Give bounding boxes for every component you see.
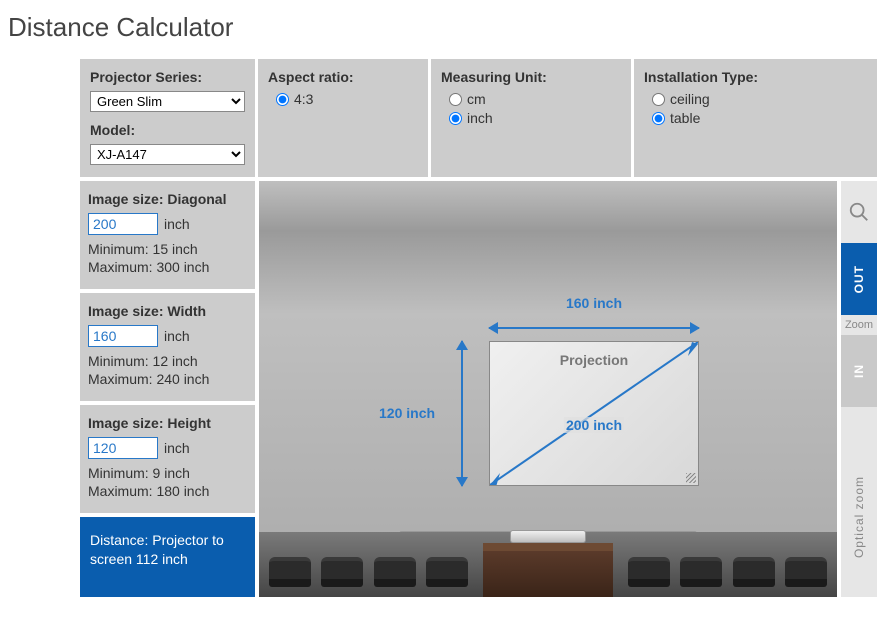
viz-width-arrow xyxy=(489,315,699,335)
aspect-panel: Aspect ratio: 4:3 xyxy=(258,59,428,177)
aspect-label: Aspect ratio: xyxy=(268,69,418,85)
width-input[interactable] xyxy=(88,325,158,347)
height-input[interactable] xyxy=(88,437,158,459)
width-max: Maximum: 240 inch xyxy=(88,371,247,387)
distance-result: Distance: Projector to screen 112 inch xyxy=(80,517,255,597)
height-label: Image size: Height xyxy=(88,415,247,431)
series-label: Projector Series: xyxy=(90,69,245,85)
width-label: Image size: Width xyxy=(88,303,247,319)
diagonal-input[interactable] xyxy=(88,213,158,235)
height-max: Maximum: 180 inch xyxy=(88,483,247,499)
series-model-panel: Projector Series: Green Slim Model: XJ-A… xyxy=(80,59,255,177)
install-label: Installation Type: xyxy=(644,69,867,85)
width-panel: Image size: Width inch Minimum: 12 inch … xyxy=(80,293,255,401)
viz-diag-label: 200 inch xyxy=(564,417,624,433)
unit-cm-label: cm xyxy=(467,91,486,107)
viz-height-label: 120 inch xyxy=(379,405,435,421)
optical-zoom-label: Optical zoom xyxy=(841,437,877,597)
aspect-4-3-radio[interactable] xyxy=(276,93,289,106)
model-label: Model: xyxy=(90,122,245,138)
viz-width-label: 160 inch xyxy=(489,295,699,311)
width-min: Minimum: 12 inch xyxy=(88,353,247,369)
unit-inch-label: inch xyxy=(467,110,493,126)
height-unit: inch xyxy=(164,440,190,456)
unit-panel: Measuring Unit: cm inch xyxy=(431,59,631,177)
visualization: 160 inch 120 inch Projection 200 inch Th… xyxy=(259,181,837,597)
height-min: Minimum: 9 inch xyxy=(88,465,247,481)
magnify-button[interactable] xyxy=(841,181,877,243)
diagonal-panel: Image size: Diagonal inch Minimum: 15 in… xyxy=(80,181,255,289)
install-ceiling-radio[interactable] xyxy=(652,93,665,106)
spacer xyxy=(841,407,877,437)
zoom-in-button[interactable]: IN xyxy=(841,335,877,407)
install-panel: Installation Type: ceiling table xyxy=(634,59,877,177)
diagonal-min: Minimum: 15 inch xyxy=(88,241,247,257)
desk xyxy=(483,543,613,597)
width-unit: inch xyxy=(164,328,190,344)
install-table-radio[interactable] xyxy=(652,112,665,125)
series-select[interactable]: Green Slim xyxy=(90,91,245,112)
unit-cm-radio[interactable] xyxy=(449,93,462,106)
projection-screen[interactable]: Projection 200 inch xyxy=(489,341,699,486)
install-ceiling-label: ceiling xyxy=(670,91,710,107)
viz-diag-line xyxy=(490,342,698,485)
install-table-label: table xyxy=(670,110,700,126)
height-panel: Image size: Height inch Minimum: 9 inch … xyxy=(80,405,255,513)
zoom-label: Zoom xyxy=(841,315,877,335)
page-title: Distance Calculator xyxy=(0,0,877,59)
projector-device xyxy=(510,530,586,543)
zoom-out-button[interactable]: OUT xyxy=(841,243,877,315)
unit-inch-radio[interactable] xyxy=(449,112,462,125)
diagonal-unit: inch xyxy=(164,216,190,232)
search-icon xyxy=(848,201,870,223)
unit-label: Measuring Unit: xyxy=(441,69,621,85)
diagonal-label: Image size: Diagonal xyxy=(88,191,247,207)
viz-height-arrow xyxy=(451,341,471,486)
model-select[interactable]: XJ-A147 xyxy=(90,144,245,165)
diagonal-max: Maximum: 300 inch xyxy=(88,259,247,275)
aspect-4-3-label: 4:3 xyxy=(294,91,313,107)
